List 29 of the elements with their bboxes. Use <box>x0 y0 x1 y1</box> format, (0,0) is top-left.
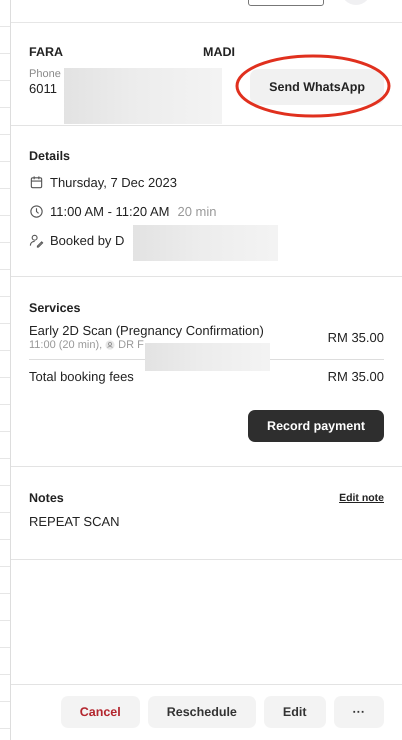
footer-button[interactable]: Reschedule <box>148 696 256 728</box>
send-whatsapp-button[interactable]: Send WhatsApp <box>250 69 384 105</box>
staff-name: DR F <box>118 339 144 351</box>
section-title: Services <box>29 301 82 315</box>
booking-time: 11:00 AM - 11:20 AM <box>50 204 170 218</box>
phone-number: 6011 <box>29 81 58 96</box>
footer-button[interactable]: ··· <box>334 696 384 728</box>
record-payment-button[interactable]: Record payment <box>248 410 384 442</box>
edit-note-link[interactable]: Edit note <box>339 492 384 504</box>
footer-button[interactable]: Edit <box>264 696 326 728</box>
clock-icon <box>29 204 44 218</box>
service-time: 11:00 (20 min), <box>29 339 102 351</box>
client-name: FARA <box>29 45 64 59</box>
service-name: Early 2D Scan (Pregnancy Confirmation) <box>29 323 264 338</box>
section-title: Notes <box>29 491 64 505</box>
service-price: RM 35.00 <box>328 330 384 344</box>
footer-button[interactable]: Cancel <box>60 696 140 728</box>
person-edit-icon <box>29 232 44 248</box>
client-name: MADI <box>203 45 235 59</box>
calendar-icon <box>29 174 44 190</box>
person-icon <box>105 340 116 350</box>
duration: 20 min <box>177 204 217 218</box>
note-text: REPEAT SCAN <box>29 514 121 529</box>
total-amount: RM 35.00 <box>328 369 384 384</box>
booking-date: Thursday, 7 Dec 2023 <box>50 174 177 190</box>
booked-by: Booked by D <box>50 232 124 248</box>
phone-label: Phone <box>29 68 62 80</box>
total-label: Total booking fees <box>29 369 134 384</box>
section-title: Details <box>29 149 71 163</box>
